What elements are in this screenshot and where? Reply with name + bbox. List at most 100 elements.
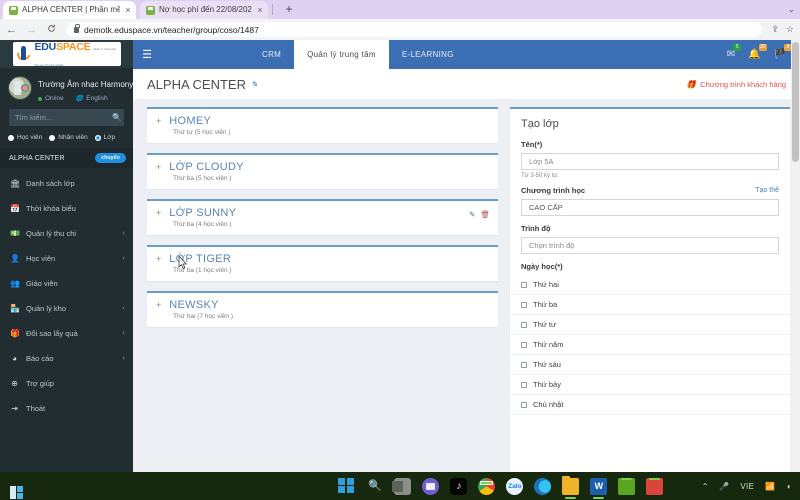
- day-option-thu-tu[interactable]: Thứ tư: [510, 315, 790, 335]
- url-bar[interactable]: demotk.eduspace.vn/teacher/group/coso/14…: [66, 22, 763, 37]
- class-card-lop-tiger[interactable]: + LỚP TIGER Thứ ba (1 học viên ): [147, 245, 498, 281]
- bell-icon[interactable]: 🔔 32: [748, 44, 767, 60]
- delete-icon[interactable]: 🗑: [480, 210, 490, 219]
- tray-overflow-icon[interactable]: ◖: [786, 482, 791, 491]
- search-icon[interactable]: 🔍: [112, 113, 122, 122]
- user-profile[interactable]: Trường Âm nhạc Harmony Online 🌐 English: [0, 68, 133, 107]
- hamburger-icon[interactable]: ☰: [133, 40, 161, 69]
- envelope-icon[interactable]: ✉ 5: [727, 44, 742, 60]
- class-name[interactable]: LỚP TIGER: [169, 253, 231, 265]
- microphone-icon[interactable]: 🎤: [719, 482, 729, 491]
- class-card-newsky[interactable]: + NEWSKY Thứ hai (7 học viên ): [147, 291, 498, 327]
- tab-e-learning[interactable]: E-LEARNING: [389, 40, 467, 69]
- expand-icon[interactable]: +: [156, 254, 161, 264]
- search-box[interactable]: 🔍: [9, 109, 124, 126]
- pencil-icon[interactable]: ✎: [251, 80, 258, 89]
- class-name-input[interactable]: Lớp 5A: [521, 153, 779, 170]
- class-card-homey[interactable]: + HOMEY Thứ tư (5 học viên ): [147, 107, 498, 143]
- checkbox-icon[interactable]: [521, 321, 527, 328]
- camtasia-red-icon[interactable]: [646, 477, 664, 495]
- level-select[interactable]: Chọn trình độ: [521, 237, 779, 254]
- checkbox-icon[interactable]: [521, 361, 527, 368]
- class-name[interactable]: NEWSKY: [169, 299, 218, 311]
- day-option-chu-nhat[interactable]: Chủ nhật: [510, 395, 790, 415]
- help-circle-icon: ⊕: [11, 379, 18, 388]
- widgets-icon[interactable]: [422, 477, 440, 495]
- wifi-icon[interactable]: 📶: [765, 482, 775, 491]
- bookmark-star-icon[interactable]: ☆: [786, 24, 794, 35]
- page-scrollbar[interactable]: [791, 40, 800, 472]
- filter-nhan-vien[interactable]: Nhân viên: [49, 134, 88, 141]
- day-option-thu-nam[interactable]: Thứ năm: [510, 335, 790, 355]
- camtasia-green-icon[interactable]: [618, 477, 636, 495]
- expand-icon[interactable]: +: [156, 300, 161, 310]
- edge-icon[interactable]: [534, 477, 552, 495]
- tab-quan-ly-trung-tam[interactable]: Quản lý trung tâm: [294, 40, 389, 69]
- field-name-label: Tên(*): [521, 140, 779, 149]
- radio-icon-selected: [94, 134, 101, 141]
- chevron-down-icon[interactable]: ⌄: [787, 4, 795, 15]
- switch-center-button[interactable]: chuyển: [95, 153, 126, 163]
- close-icon[interactable]: ×: [256, 5, 264, 15]
- close-icon[interactable]: ×: [124, 5, 132, 15]
- customer-program-link[interactable]: 🎁 Chương trình khách hàng: [686, 80, 786, 89]
- money-icon: 💵: [10, 229, 20, 238]
- folder-icon[interactable]: [562, 475, 580, 499]
- checkbox-icon[interactable]: [521, 301, 527, 308]
- class-card-lop-sunny[interactable]: + LỚP SUNNY Thứ ba (4 học viên ) ✎ 🗑: [147, 199, 498, 235]
- day-option-thu-bay[interactable]: Thứ bảy: [510, 375, 790, 395]
- class-card-header: + HOMEY: [156, 115, 489, 127]
- filter-hoc-vien[interactable]: Học viên: [8, 134, 42, 141]
- day-option-thu-hai[interactable]: Thứ hai: [510, 275, 790, 295]
- class-name[interactable]: LỚP CLOUDY: [169, 161, 244, 173]
- create-program-link[interactable]: Tạo thê: [755, 187, 779, 194]
- expand-icon[interactable]: +: [156, 162, 161, 172]
- sidebar-item-thoi-khoa-bieu[interactable]: 📅 Thời khóa biểu: [0, 196, 133, 221]
- back-icon[interactable]: ←: [6, 24, 17, 36]
- checkbox-icon[interactable]: [521, 381, 527, 388]
- sidebar-item-hoc-vien[interactable]: 👤 Học viên ‹: [0, 246, 133, 271]
- new-tab-button[interactable]: +: [282, 3, 296, 17]
- filter-lop[interactable]: Lớp: [94, 134, 115, 141]
- checkbox-icon[interactable]: [521, 401, 527, 408]
- sidebar-item-bao-cao[interactable]: ◕ Báo cáo ‹: [0, 346, 133, 371]
- sidebar-item-tro-giup[interactable]: ⊕ Trợ giúp: [0, 371, 133, 396]
- zalo-icon[interactable]: Zalo: [506, 477, 524, 495]
- sidebar-item-quan-ly-kho[interactable]: 🏪 Quản lý kho ‹: [0, 296, 133, 321]
- class-name[interactable]: HOMEY: [169, 115, 211, 127]
- chevron-up-icon[interactable]: ⌃: [702, 482, 709, 491]
- language-switch[interactable]: 🌐 English: [76, 95, 108, 102]
- expand-icon[interactable]: +: [156, 116, 161, 126]
- checkbox-icon[interactable]: [521, 341, 527, 348]
- tiktok-icon[interactable]: ♪: [450, 477, 468, 495]
- windows-start-icon[interactable]: [338, 477, 355, 495]
- search-input[interactable]: [15, 113, 112, 122]
- sidebar-item-quan-ly-thu-chi[interactable]: 💵 Quản lý thu chi ‹: [0, 221, 133, 246]
- brand-logo[interactable]: EDUSPACE Quản lý trung tâm đào tạo chuyê…: [0, 40, 133, 68]
- edit-icon[interactable]: ✎: [469, 210, 475, 219]
- tab-crm[interactable]: CRM: [249, 40, 294, 69]
- browser-tab-2[interactable]: Nợ học phí đến 22/08/2022 | Phầ ×: [140, 1, 268, 19]
- reload-icon[interactable]: [46, 24, 57, 36]
- sidebar-item-doi-sao-lay-qua[interactable]: 🎁 Đổi sao lấy quà ‹: [0, 321, 133, 346]
- program-select[interactable]: CAO CẤP: [521, 199, 779, 216]
- language-indicator[interactable]: VIE: [740, 482, 754, 491]
- scrollbar-thumb[interactable]: [792, 42, 799, 162]
- sidebar-item-danh-sach-lop[interactable]: 🏛 Danh sách lớp: [0, 171, 133, 196]
- sidebar-item-thoat[interactable]: ⇥ Thoát: [0, 396, 133, 421]
- search-icon[interactable]: 🔍: [366, 478, 383, 495]
- expand-icon[interactable]: +: [156, 208, 161, 218]
- flag-icon[interactable]: 🏴 8: [774, 44, 792, 60]
- share-icon[interactable]: ⇪: [771, 24, 779, 35]
- browser-tab-1[interactable]: ALPHA CENTER | Phần mềm quả ×: [3, 1, 136, 19]
- day-option-thu-ba[interactable]: Thứ ba: [510, 295, 790, 315]
- chrome-icon[interactable]: [478, 477, 496, 495]
- forward-icon[interactable]: →: [26, 24, 37, 36]
- task-view-icon[interactable]: [392, 477, 412, 495]
- word-icon[interactable]: W: [590, 477, 608, 499]
- day-option-thu-sau[interactable]: Thứ sáu: [510, 355, 790, 375]
- class-card-lop-cloudy[interactable]: + LỚP CLOUDY Thứ ba (5 học viên ): [147, 153, 498, 189]
- sidebar-item-giao-vien[interactable]: 👥 Giáo viên: [0, 271, 133, 296]
- checkbox-icon[interactable]: [521, 281, 527, 288]
- class-name[interactable]: LỚP SUNNY: [169, 207, 236, 219]
